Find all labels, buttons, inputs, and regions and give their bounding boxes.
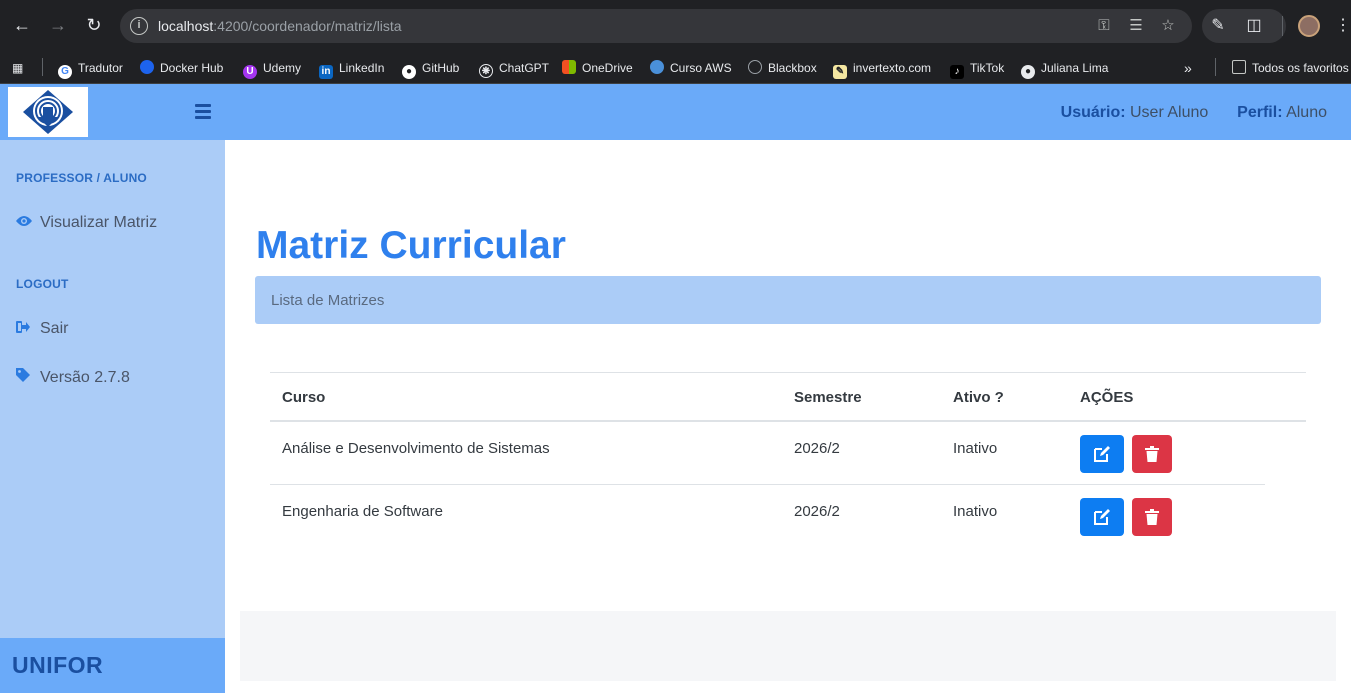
globe-icon: ● <box>1021 65 1035 79</box>
table-row: Análise e Desenvolvimento de Sistemas 20… <box>270 422 1265 485</box>
bookmark-udemy[interactable]: U Udemy <box>243 59 301 79</box>
sidebar-section-logout: LOGOUT <box>16 277 69 291</box>
content-footer <box>240 611 1336 681</box>
menu-toggle-icon[interactable] <box>195 104 211 119</box>
eye-icon <box>16 214 32 230</box>
sign-out-icon <box>16 320 32 336</box>
edit-button[interactable] <box>1080 498 1124 536</box>
cell-curso: Análise e Desenvolvimento de Sistemas <box>282 440 550 457</box>
sidebar-item-sair[interactable]: Sair <box>16 320 68 338</box>
bookmark-tiktok[interactable]: ♪ TikTok <box>950 59 1004 79</box>
cell-semestre: 2026/2 <box>794 440 840 457</box>
university-logo[interactable] <box>8 87 88 137</box>
sidebar-item-label: Visualizar Matriz <box>40 214 158 231</box>
user-value: User Aluno <box>1130 104 1209 121</box>
back-icon[interactable]: ← <box>11 14 33 36</box>
bookmark-blackbox[interactable]: Blackbox <box>748 59 817 77</box>
sidebar-footer-brand: UNIFOR <box>12 652 104 678</box>
table-header: Curso Semestre Ativo ? AÇÕES <box>270 372 1306 422</box>
bookmarks-bar: ▦ G Tradutor Docker Hub U Udemy in LinkedIn… <box>0 52 1351 84</box>
sidebar-item-visualizar-matriz[interactable]: Visualizar Matriz <box>16 214 157 232</box>
sidebar-section-professor-aluno: PROFESSOR / ALUNO <box>16 171 147 185</box>
docker-icon <box>140 60 154 74</box>
trash-icon <box>1145 446 1159 462</box>
column-header-semestre[interactable]: Semestre <box>794 389 862 406</box>
sidebar-item-versao: Versão 2.7.8 <box>16 368 130 387</box>
column-header-ativo[interactable]: Ativo ? <box>953 389 1004 406</box>
matrices-table: Curso Semestre Ativo ? AÇÕES Análise e D… <box>270 372 1306 548</box>
bookmark-curso-aws[interactable]: Curso AWS <box>650 59 732 77</box>
tiktok-icon: ♪ <box>950 65 964 79</box>
trash-icon <box>1145 509 1159 525</box>
sidebar-item-label: Versão 2.7.8 <box>40 369 130 386</box>
translate-icon[interactable]: ☰ <box>1126 16 1146 36</box>
profile-avatar[interactable] <box>1298 15 1320 37</box>
bookmark-star-icon[interactable]: ☆ <box>1158 16 1178 36</box>
app-header: Usuário: User Aluno Perfil: Aluno <box>0 84 1351 140</box>
edit-button[interactable] <box>1080 435 1124 473</box>
delete-button[interactable] <box>1132 498 1172 536</box>
pen-extension-icon[interactable]: ✎ <box>1206 14 1230 38</box>
user-info: Usuário: User Aluno Perfil: Aluno <box>1061 104 1327 122</box>
browser-toolbar: ← → ↻ i localhost:4200/coordenador/matri… <box>0 0 1351 52</box>
bookmark-juliana-lima[interactable]: ● Juliana Lima <box>1021 59 1108 79</box>
google-icon: G <box>58 65 72 79</box>
chatgpt-icon: ❋ <box>479 64 493 78</box>
more-bookmarks-icon[interactable]: » <box>1184 59 1192 77</box>
github-icon: ● <box>402 65 416 79</box>
aws-course-icon <box>650 60 664 74</box>
url-text[interactable]: localhost:4200/coordenador/matriz/lista <box>158 18 402 34</box>
profile-label: Perfil: <box>1237 104 1283 121</box>
tag-icon <box>16 368 32 385</box>
user-label: Usuário: <box>1060 104 1126 121</box>
bookmark-invertexto[interactable]: ✎ invertexto.com <box>833 59 931 79</box>
bookmark-onedrive[interactable]: OneDrive <box>562 59 633 77</box>
notepad-icon: ✎ <box>833 65 847 79</box>
microsoft-icon <box>562 60 576 74</box>
profile-value: Aluno <box>1286 104 1327 121</box>
forward-icon[interactable]: → <box>47 14 69 36</box>
password-key-icon[interactable]: ⚿ <box>1094 16 1114 36</box>
bookmark-linkedin[interactable]: in LinkedIn <box>319 59 384 79</box>
list-subheader: Lista de Matrizes <box>255 276 1321 324</box>
sidebar-footer: UNIFOR <box>0 638 225 693</box>
table-row: Engenharia de Software 2026/2 Inativo <box>270 485 1306 548</box>
bookmark-github[interactable]: ● GitHub <box>402 59 459 79</box>
logo-emblem-icon <box>23 90 73 134</box>
bookmark-docker-hub[interactable]: Docker Hub <box>140 59 223 77</box>
blackbox-icon <box>748 60 762 74</box>
address-bar[interactable]: i localhost:4200/coordenador/matriz/list… <box>120 9 1192 43</box>
cell-semestre: 2026/2 <box>794 503 840 520</box>
folder-icon <box>1232 60 1246 74</box>
cell-ativo: Inativo <box>953 440 998 457</box>
edit-icon <box>1094 509 1110 525</box>
sidebar: PROFESSOR / ALUNO Visualizar Matriz LOGO… <box>0 140 225 638</box>
udemy-icon: U <box>243 65 257 79</box>
sidebar-item-label: Sair <box>40 320 69 337</box>
chrome-menu-icon[interactable]: ⋮ <box>1331 14 1351 38</box>
reload-icon[interactable]: ↻ <box>83 14 105 36</box>
linkedin-icon: in <box>319 65 333 79</box>
column-header-acoes: AÇÕES <box>1080 389 1134 406</box>
page-title: Matriz Curricular <box>256 224 566 267</box>
cell-ativo: Inativo <box>953 503 998 520</box>
apps-grid-icon[interactable]: ▦ <box>12 59 23 77</box>
bookmark-tradutor[interactable]: G Tradutor <box>58 59 123 79</box>
column-header-curso[interactable]: Curso <box>282 389 325 406</box>
cell-curso: Engenharia de Software <box>282 503 443 520</box>
site-info-icon[interactable]: i <box>130 17 148 35</box>
extensions-puzzle-icon[interactable]: ◫ <box>1242 14 1266 38</box>
bookmark-chatgpt[interactable]: ❋ ChatGPT <box>479 59 549 78</box>
list-subheader-text: Lista de Matrizes <box>271 292 385 309</box>
delete-button[interactable] <box>1132 435 1172 473</box>
all-bookmarks-folder[interactable]: Todos os favoritos <box>1232 59 1349 77</box>
edit-icon <box>1094 446 1110 462</box>
